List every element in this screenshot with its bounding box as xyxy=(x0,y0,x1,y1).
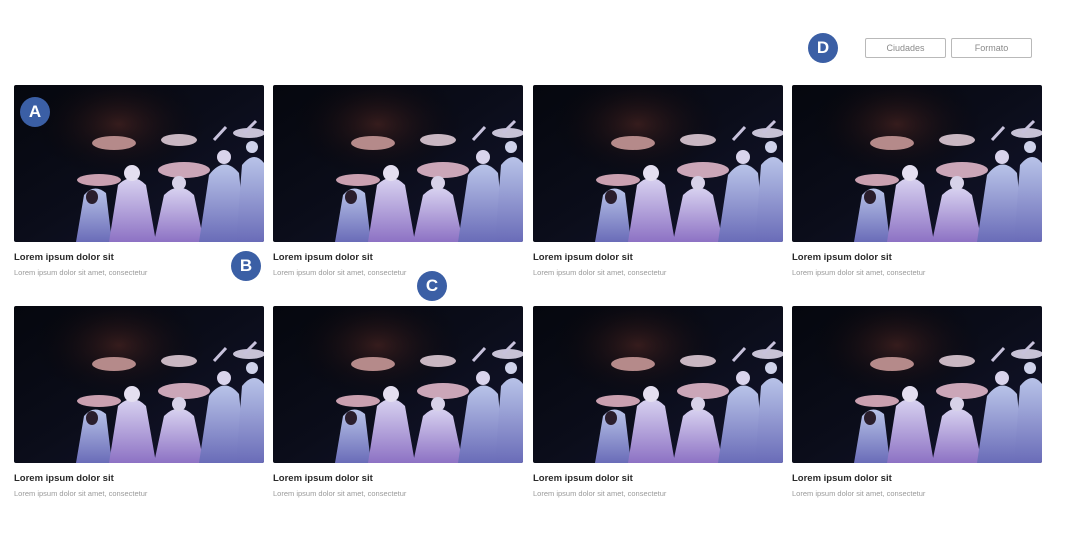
card-description: Lorem ipsum dolor sit amet, consectetur xyxy=(273,268,407,277)
card-image[interactable] xyxy=(14,306,264,463)
card-description: Lorem ipsum dolor sit amet, consectetur xyxy=(14,268,148,277)
card-description: Lorem ipsum dolor sit amet, consectetur xyxy=(14,489,148,498)
card-title: Lorem ipsum dolor sit xyxy=(533,473,633,484)
card-image[interactable] xyxy=(273,85,523,242)
card-title: Lorem ipsum dolor sit xyxy=(14,252,114,263)
card-image[interactable] xyxy=(533,85,783,242)
card-description: Lorem ipsum dolor sit amet, consectetur xyxy=(792,489,926,498)
card-title: Lorem ipsum dolor sit xyxy=(533,252,633,263)
card-description: Lorem ipsum dolor sit amet, consectetur xyxy=(792,268,926,277)
card-image[interactable] xyxy=(14,85,264,242)
card[interactable]: Lorem ipsum dolor sit Lorem ipsum dolor … xyxy=(792,85,1042,277)
card[interactable]: Lorem ipsum dolor sit Lorem ipsum dolor … xyxy=(533,85,783,277)
card-title: Lorem ipsum dolor sit xyxy=(792,252,892,263)
card-title: Lorem ipsum dolor sit xyxy=(273,252,373,263)
card-description: Lorem ipsum dolor sit amet, consectetur xyxy=(273,489,407,498)
card[interactable]: Lorem ipsum dolor sit Lorem ipsum dolor … xyxy=(14,85,264,277)
annotation-marker-b: B xyxy=(231,251,261,281)
card-title: Lorem ipsum dolor sit xyxy=(273,473,373,484)
card[interactable]: Lorem ipsum dolor sit Lorem ipsum dolor … xyxy=(533,306,783,498)
card-description: Lorem ipsum dolor sit amet, consectetur xyxy=(533,489,667,498)
card-title: Lorem ipsum dolor sit xyxy=(792,473,892,484)
card-image[interactable] xyxy=(792,306,1042,463)
card-image[interactable] xyxy=(273,306,523,463)
annotation-marker-a: A xyxy=(20,97,50,127)
card[interactable]: Lorem ipsum dolor sit Lorem ipsum dolor … xyxy=(273,85,523,277)
ciudades-filter-button[interactable]: Ciudades xyxy=(865,38,946,58)
card[interactable]: Lorem ipsum dolor sit Lorem ipsum dolor … xyxy=(792,306,1042,498)
card[interactable]: Lorem ipsum dolor sit Lorem ipsum dolor … xyxy=(273,306,523,498)
card-title: Lorem ipsum dolor sit xyxy=(14,473,114,484)
formato-filter-button[interactable]: Formato xyxy=(951,38,1032,58)
annotation-marker-d: D xyxy=(808,33,838,63)
annotation-marker-c: C xyxy=(417,271,447,301)
card-image[interactable] xyxy=(533,306,783,463)
card[interactable]: Lorem ipsum dolor sit Lorem ipsum dolor … xyxy=(14,306,264,498)
card-image[interactable] xyxy=(792,85,1042,242)
card-description: Lorem ipsum dolor sit amet, consectetur xyxy=(533,268,667,277)
